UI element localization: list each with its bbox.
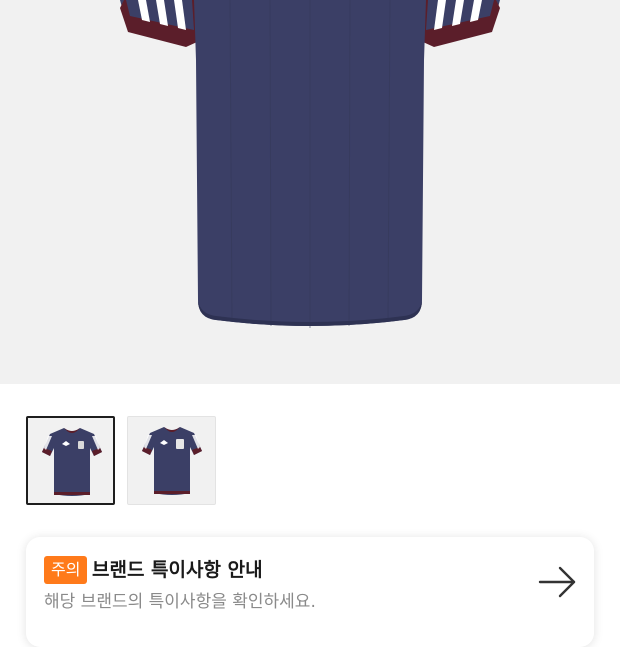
product-main-image[interactable] <box>0 0 620 384</box>
jersey-front-alt-thumbnail <box>142 427 202 495</box>
notice-title: 브랜드 특이사항 안내 <box>92 559 263 581</box>
notice-description: 해당 브랜드의 특이사항을 확인하세요. <box>44 592 316 612</box>
thumbnail-2[interactable] <box>127 416 216 505</box>
thumbnail-strip <box>0 384 620 536</box>
jersey-front-thumbnail <box>42 428 102 496</box>
caution-badge: 주의 <box>44 556 88 584</box>
thumbnail-1[interactable] <box>26 416 115 505</box>
brand-notice-card[interactable]: 주의 브랜드 특이사항 안내 해당 브랜드의 특이사항을 확인하세요. <box>26 537 594 647</box>
jersey-image <box>120 0 500 328</box>
arrow-right-icon[interactable] <box>538 565 578 603</box>
